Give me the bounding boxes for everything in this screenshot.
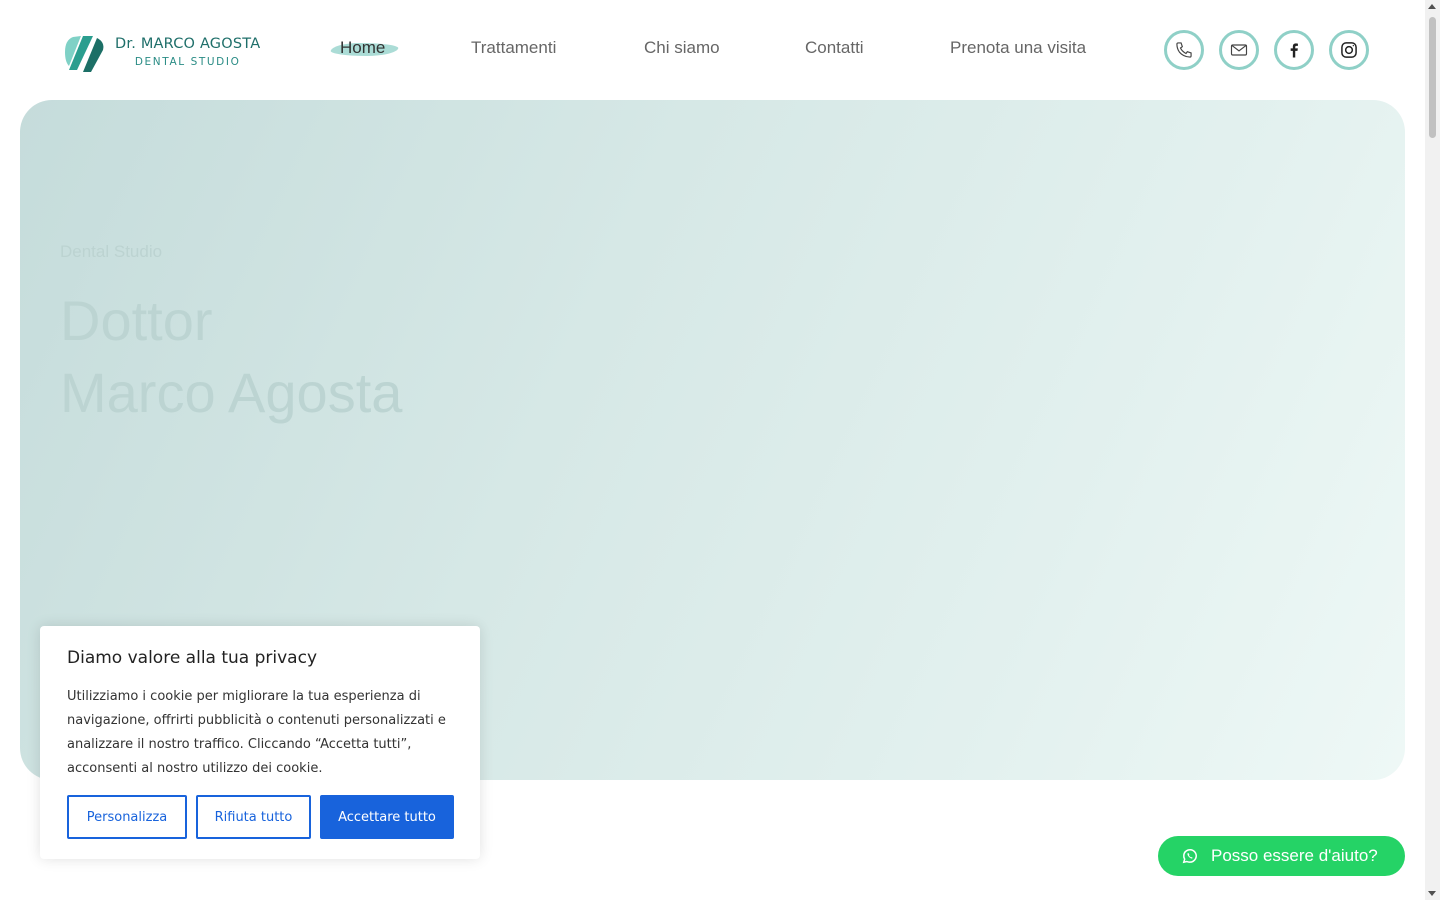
page-scrollbar[interactable] [1425, 0, 1440, 900]
facebook-icon [1290, 43, 1298, 58]
hero-title-line1: Dottor [60, 289, 213, 352]
whatsapp-label: Posso essere d'aiuto? [1211, 846, 1378, 865]
scroll-up-arrow-icon[interactable] [1428, 4, 1436, 9]
mail-button[interactable] [1219, 30, 1259, 70]
whatsapp-icon [1182, 849, 1198, 864]
logo-mark-icon [65, 36, 104, 72]
logo-text: Dr. MARCO AGOSTA DENTAL STUDIO [115, 37, 260, 67]
instagram-button[interactable] [1329, 30, 1369, 70]
scroll-thumb[interactable] [1429, 17, 1436, 138]
logo-name: Dr. MARCO AGOSTA [115, 36, 261, 52]
accept-all-button[interactable]: Accettare tutto [320, 795, 454, 839]
instagram-icon [1341, 42, 1357, 58]
site-header: Dr. MARCO AGOSTA DENTAL STUDIO Home Trat… [0, 0, 1425, 100]
nav-prenota[interactable]: Prenota una visita [950, 38, 1086, 58]
phone-icon [1176, 42, 1192, 58]
reject-all-button[interactable]: Rifiuta tutto [196, 795, 311, 839]
scroll-down-arrow-icon[interactable] [1428, 891, 1436, 896]
mail-icon [1230, 44, 1248, 56]
hero-title-line2: Marco Agosta [60, 361, 403, 424]
facebook-button[interactable] [1274, 30, 1314, 70]
nav-home-label: Home [340, 38, 386, 57]
nav-contatti[interactable]: Contatti [805, 38, 864, 58]
cookie-consent-panel: Diamo valore alla tua privacy Utilizziam… [40, 626, 480, 859]
cookie-actions: Personalizza Rifiuta tutto Accettare tut… [67, 795, 454, 839]
cookie-text: Utilizziamo i cookie per migliorare la t… [67, 689, 446, 776]
customize-button[interactable]: Personalizza [67, 795, 187, 839]
nav-chi-siamo[interactable]: Chi siamo [644, 38, 720, 58]
nav-home[interactable]: Home [329, 38, 400, 58]
logo[interactable]: Dr. MARCO AGOSTA DENTAL STUDIO [63, 31, 273, 73]
nav-trattamenti[interactable]: Trattamenti [471, 38, 556, 58]
cookie-title: Diamo valore alla tua privacy [67, 648, 318, 668]
phone-button[interactable] [1164, 30, 1204, 70]
hero-kicker: Dental Studio [60, 242, 163, 261]
whatsapp-chat-button[interactable]: Posso essere d'aiuto? [1158, 836, 1405, 876]
hero-title: Dottor Marco Agosta [60, 285, 402, 429]
logo-subtitle: DENTAL STUDIO [134, 55, 241, 68]
